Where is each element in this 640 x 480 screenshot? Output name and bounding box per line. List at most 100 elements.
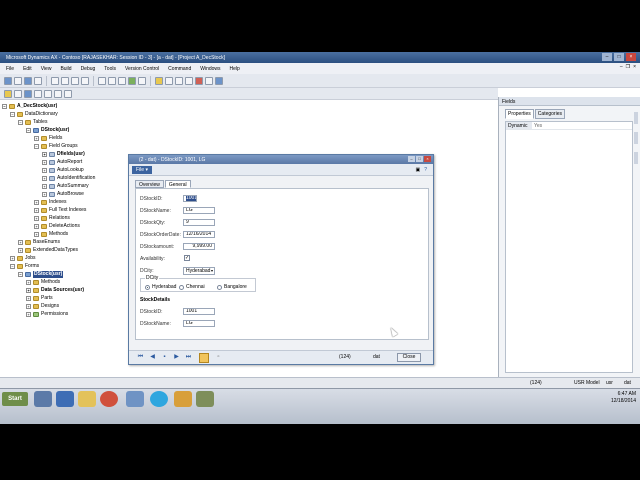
compile-icon[interactable] xyxy=(128,76,136,85)
warning-icon[interactable] xyxy=(155,76,163,85)
expand-icon[interactable]: + xyxy=(42,176,47,181)
property-row[interactable]: Dynamic Yes xyxy=(506,122,632,130)
last-record-icon[interactable]: ⏭ xyxy=(185,354,192,361)
tree-node-deleteactions[interactable]: + DeleteActions xyxy=(34,223,80,230)
property-value[interactable]: Yes xyxy=(532,122,544,129)
refresh-icon[interactable] xyxy=(64,89,72,98)
expand-icon[interactable]: + xyxy=(42,184,47,189)
menu-file[interactable]: File xyxy=(6,66,14,74)
tree-node-permissions[interactable]: + Permissions xyxy=(26,311,68,318)
dynamics-ax-icon[interactable] xyxy=(174,391,192,407)
maximize-icon[interactable]: □ xyxy=(416,156,423,162)
dstockorderdate-input[interactable]: 12/16/2014 xyxy=(183,231,215,238)
radio-chennai[interactable]: Chennai xyxy=(179,284,205,290)
tree-node-fulltext[interactable]: + Full Text Indexes xyxy=(34,207,86,214)
tree-node-edt[interactable]: + ExtendedDataTypes xyxy=(18,247,78,254)
menu-build[interactable]: Build xyxy=(60,66,71,74)
tree-node-datadictionary[interactable]: − DataDictionary xyxy=(10,111,58,118)
export-icon[interactable] xyxy=(44,89,52,98)
tree-node-parts[interactable]: + Parts xyxy=(26,295,53,302)
edit-icon[interactable] xyxy=(199,353,209,363)
save-node-icon[interactable] xyxy=(24,89,32,98)
dstockid-input[interactable]: 1001 xyxy=(183,195,197,202)
side-tab[interactable] xyxy=(634,132,638,144)
chrome-icon[interactable] xyxy=(100,391,118,407)
attach-icon[interactable]: ▫ xyxy=(215,354,222,361)
tree-node-datasources[interactable]: + Data Sources(usr) xyxy=(26,287,84,294)
mdi-minimize-icon[interactable]: – xyxy=(620,64,623,70)
clock-date[interactable]: 12/18/2014 xyxy=(611,398,636,405)
expand-icon[interactable]: + xyxy=(34,200,39,205)
app-icon[interactable] xyxy=(126,391,144,407)
save-icon[interactable] xyxy=(24,76,32,85)
tree-node-methods[interactable]: + Methods xyxy=(34,231,68,238)
dstockamount-input[interactable]: 9,999.00 xyxy=(183,243,215,250)
expand-icon[interactable]: + xyxy=(42,192,47,197)
tree-node-form-dstock[interactable]: − DStock(usr) xyxy=(18,271,64,278)
import-icon[interactable] xyxy=(34,89,42,98)
expand-icon[interactable]: + xyxy=(18,248,23,253)
minimize-icon[interactable]: – xyxy=(408,156,415,162)
menu-view[interactable]: View xyxy=(41,66,52,74)
tab-general[interactable]: General xyxy=(164,180,191,188)
menu-edit[interactable]: Edit xyxy=(23,66,32,74)
tree-node-forms[interactable]: − Forms xyxy=(10,263,39,270)
tree-node-indexes[interactable]: + Indexes xyxy=(34,199,67,206)
filter-icon[interactable] xyxy=(54,89,62,98)
cut-icon[interactable] xyxy=(51,76,59,85)
skype-icon[interactable] xyxy=(150,391,168,407)
menu-command[interactable]: Command xyxy=(168,66,191,74)
chart-app-icon[interactable] xyxy=(196,391,214,407)
menu-debug[interactable]: Debug xyxy=(81,66,96,74)
expand-icon[interactable]: + xyxy=(34,232,39,237)
tree-node-form-methods[interactable]: + Methods xyxy=(26,279,60,286)
expand-icon[interactable]: + xyxy=(18,240,23,245)
mdi-close-icon[interactable]: × xyxy=(633,64,636,70)
paste-icon[interactable] xyxy=(71,76,79,85)
project-icon[interactable] xyxy=(185,76,193,85)
tree-node-field-groups[interactable]: − Field Groups xyxy=(34,143,78,150)
tree-node-dfields[interactable]: + Dfields(usr) xyxy=(42,151,85,158)
expand-icon[interactable]: + xyxy=(10,256,15,261)
collapse-icon[interactable]: − xyxy=(10,264,15,269)
collapse-icon[interactable]: − xyxy=(26,128,31,133)
tab-overview[interactable]: Overview xyxy=(135,180,164,188)
collapse-icon[interactable]: − xyxy=(34,144,39,149)
expand-icon[interactable]: + xyxy=(26,312,31,317)
file-button[interactable]: File ▾ xyxy=(132,166,152,174)
start-button[interactable]: Start xyxy=(2,392,28,406)
tree-node-relations[interactable]: + Relations xyxy=(34,215,70,222)
tree-node-designs[interactable]: + Designs xyxy=(26,303,59,310)
aot-icon[interactable] xyxy=(175,76,183,85)
dcity-select[interactable]: Hyderabad ▾ xyxy=(183,267,215,275)
close-icon[interactable]: × xyxy=(424,156,431,162)
compare-icon[interactable] xyxy=(205,76,213,85)
server-manager-icon[interactable] xyxy=(34,391,52,407)
tab-properties[interactable]: Properties xyxy=(505,109,534,119)
new-node-icon[interactable] xyxy=(4,89,12,98)
side-tab[interactable] xyxy=(634,152,638,164)
dstockqty-input[interactable]: 9 xyxy=(183,219,215,226)
expand-icon[interactable]: + xyxy=(26,296,31,301)
print-icon[interactable] xyxy=(34,76,42,85)
availability-checkbox[interactable]: ✓ xyxy=(184,255,190,261)
menu-windows[interactable]: Windows xyxy=(200,66,220,74)
tree-node-table-dstock[interactable]: − DStock(usr) xyxy=(26,127,69,134)
help-icon[interactable]: ? xyxy=(424,167,427,173)
tree-node-autoreport[interactable]: + AutoReport xyxy=(42,159,82,166)
collapse-icon[interactable]: − xyxy=(18,272,23,277)
find-icon[interactable] xyxy=(108,76,116,85)
expand-icon[interactable]: + xyxy=(42,160,47,165)
menu-version-control[interactable]: Version Control xyxy=(125,66,159,74)
copy-icon[interactable] xyxy=(61,76,69,85)
tree-node-autoidentification[interactable]: + AutoIdentification xyxy=(42,175,95,182)
explorer-icon[interactable] xyxy=(78,391,96,407)
tree-node-autosummary[interactable]: + AutoSummary xyxy=(42,183,89,190)
expand-icon[interactable]: + xyxy=(34,136,39,141)
expand-icon[interactable]: + xyxy=(42,152,47,157)
radio-hyderabad[interactable]: Hyderabad xyxy=(145,284,176,290)
ribbon-toggle-icon[interactable]: ▣ xyxy=(415,167,420,173)
tree-node-jobs[interactable]: + Jobs xyxy=(10,255,36,262)
properties-icon[interactable] xyxy=(165,76,173,85)
first-record-icon[interactable]: ⏮ xyxy=(137,354,144,361)
